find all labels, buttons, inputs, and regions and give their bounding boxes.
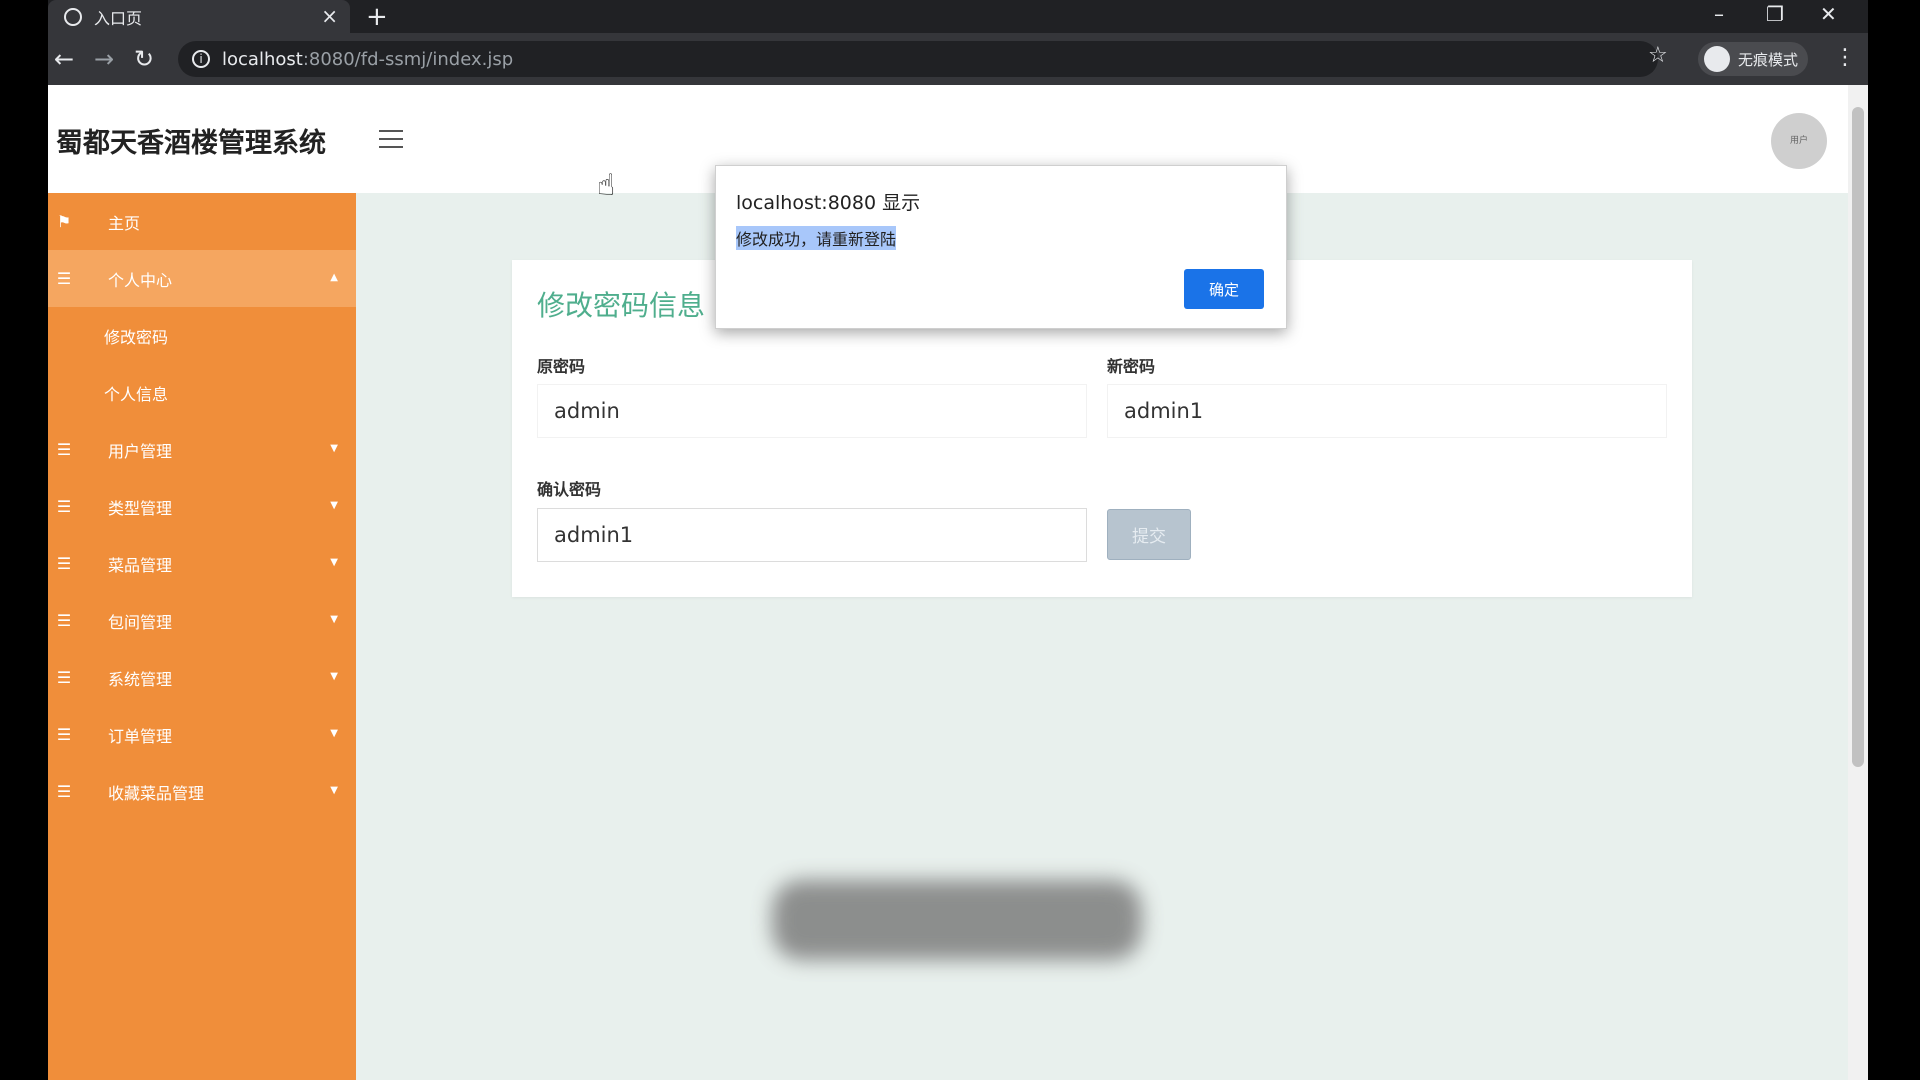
grid-icon: ☰ (56, 269, 72, 288)
alert-dialog: localhost:8080 显示 修改成功，请重新登陆 确定 (715, 165, 1287, 329)
sidebar-subitem-profile[interactable]: 个人信息 (48, 364, 356, 421)
tab-bar: 入口页 × + – ❐ ✕ (48, 0, 1868, 33)
avatar[interactable]: 用户 (1771, 113, 1827, 169)
restore-button[interactable]: ❐ (1766, 2, 1784, 26)
tab-entry-page[interactable]: 入口页 × (48, 0, 350, 33)
caret-icon: ▼ (330, 500, 338, 511)
url-host: localhost (222, 48, 303, 70)
old-password-input[interactable]: admin (537, 384, 1087, 438)
grid-icon: ☰ (56, 782, 72, 801)
sidebar-item-label: 订单管理 (108, 726, 173, 746)
sidebar-item-system[interactable]: ☰ 系统管理 ▼ (48, 649, 356, 706)
caret-icon: ▼ (330, 671, 338, 682)
address-bar[interactable]: i localhost:8080/fd-ssmj/index.jsp (178, 41, 1658, 77)
sidebar-item-label: 个人中心 (108, 270, 173, 290)
sidebar-subitem-change-password[interactable]: 修改密码 (48, 307, 356, 364)
sidebar-item-favorites[interactable]: ☰ 收藏菜品管理 ▼ (48, 763, 356, 820)
grid-icon: ☰ (56, 440, 72, 459)
new-tab-button[interactable]: + (366, 2, 388, 32)
back-icon[interactable]: ← (54, 45, 74, 73)
app-brand: 蜀都天香酒楼管理系统 (56, 128, 326, 159)
sidebar: ⚑ 主页 ☰ 个人中心 ▲ 修改密码 个人信息 ☰ 用户管理 ▼ ☰ 类型管理 … (48, 193, 356, 1080)
dialog-ok-button[interactable]: 确定 (1184, 269, 1264, 309)
sidebar-item-label: 系统管理 (108, 669, 173, 689)
hand-cursor-icon: ☝ (597, 168, 616, 203)
url-path: :8080/fd-ssmj/index.jsp (302, 48, 514, 70)
sidebar-item-users[interactable]: ☰ 用户管理 ▼ (48, 421, 356, 478)
close-window-button[interactable]: ✕ (1820, 2, 1837, 26)
sidebar-item-label: 收藏菜品管理 (108, 783, 205, 803)
caret-icon: ▼ (330, 443, 338, 454)
confirm-password-label: 确认密码 (537, 480, 602, 499)
forward-icon[interactable]: → (94, 45, 114, 73)
incognito-icon (1704, 46, 1730, 72)
sidebar-item-label: 主页 (108, 213, 141, 233)
sidebar-item-label: 菜品管理 (108, 555, 173, 575)
grid-icon: ☰ (56, 668, 72, 687)
flag-icon: ⚑ (56, 212, 72, 231)
caret-icon: ▼ (330, 557, 338, 568)
sidebar-item-rooms[interactable]: ☰ 包间管理 ▼ (48, 592, 356, 649)
close-tab-icon[interactable]: × (321, 4, 338, 28)
sidebar-item-orders[interactable]: ☰ 订单管理 ▼ (48, 706, 356, 763)
sidebar-item-personal-center[interactable]: ☰ 个人中心 ▲ (48, 250, 356, 307)
grid-icon: ☰ (56, 725, 72, 744)
caret-icon: ▼ (330, 785, 338, 796)
browser-menu-icon[interactable]: ⋮ (1834, 45, 1856, 70)
submit-button[interactable]: 提交 (1107, 509, 1191, 560)
sidebar-item-label: 用户管理 (108, 441, 173, 461)
incognito-badge[interactable]: 无痕模式 (1698, 42, 1808, 76)
scrollbar-thumb[interactable] (1852, 107, 1864, 767)
sidebar-item-types[interactable]: ☰ 类型管理 ▼ (48, 478, 356, 535)
old-password-label: 原密码 (537, 357, 586, 376)
new-password-label: 新密码 (1107, 357, 1156, 376)
bookmark-star-icon[interactable]: ☆ (1648, 43, 1668, 68)
page-viewport: 蜀都天香酒楼管理系统 用户 ⚑ 主页 ☰ 个人中心 ▲ 修改密码 个人信息 ☰ … (48, 85, 1848, 1080)
new-password-input[interactable]: admin1 (1107, 384, 1667, 438)
browser-window: 入口页 × + – ❐ ✕ ← → ↻ i localhost:8080/fd-… (48, 0, 1868, 1080)
page-title: 修改密码信息 (537, 289, 706, 322)
sidebar-item-label: 类型管理 (108, 498, 173, 518)
caret-icon: ▼ (330, 728, 338, 739)
page-scrollbar[interactable] (1848, 85, 1868, 1080)
confirm-password-input[interactable]: admin1 (537, 508, 1087, 562)
dialog-message: 修改成功，请重新登陆 (736, 226, 897, 250)
sidebar-item-home[interactable]: ⚑ 主页 (48, 193, 356, 250)
info-icon[interactable]: i (192, 50, 210, 68)
minimize-button[interactable]: – (1714, 2, 1724, 26)
dialog-title: localhost:8080 显示 (736, 192, 921, 214)
grid-icon: ☰ (56, 611, 72, 630)
grid-icon: ☰ (56, 497, 72, 516)
globe-icon (64, 7, 82, 26)
reload-icon[interactable]: ↻ (134, 45, 154, 73)
hamburger-menu-icon[interactable] (379, 130, 403, 148)
blurred-toast (772, 880, 1142, 960)
browser-toolbar: ← → ↻ i localhost:8080/fd-ssmj/index.jsp… (48, 33, 1868, 85)
sidebar-item-dishes[interactable]: ☰ 菜品管理 ▼ (48, 535, 356, 592)
caret-icon: ▼ (330, 614, 338, 625)
incognito-label: 无痕模式 (1738, 50, 1799, 69)
tab-title: 入口页 (94, 8, 143, 28)
sidebar-item-label: 包间管理 (108, 612, 173, 632)
grid-icon: ☰ (56, 554, 72, 573)
caret-icon: ▲ (330, 272, 338, 283)
